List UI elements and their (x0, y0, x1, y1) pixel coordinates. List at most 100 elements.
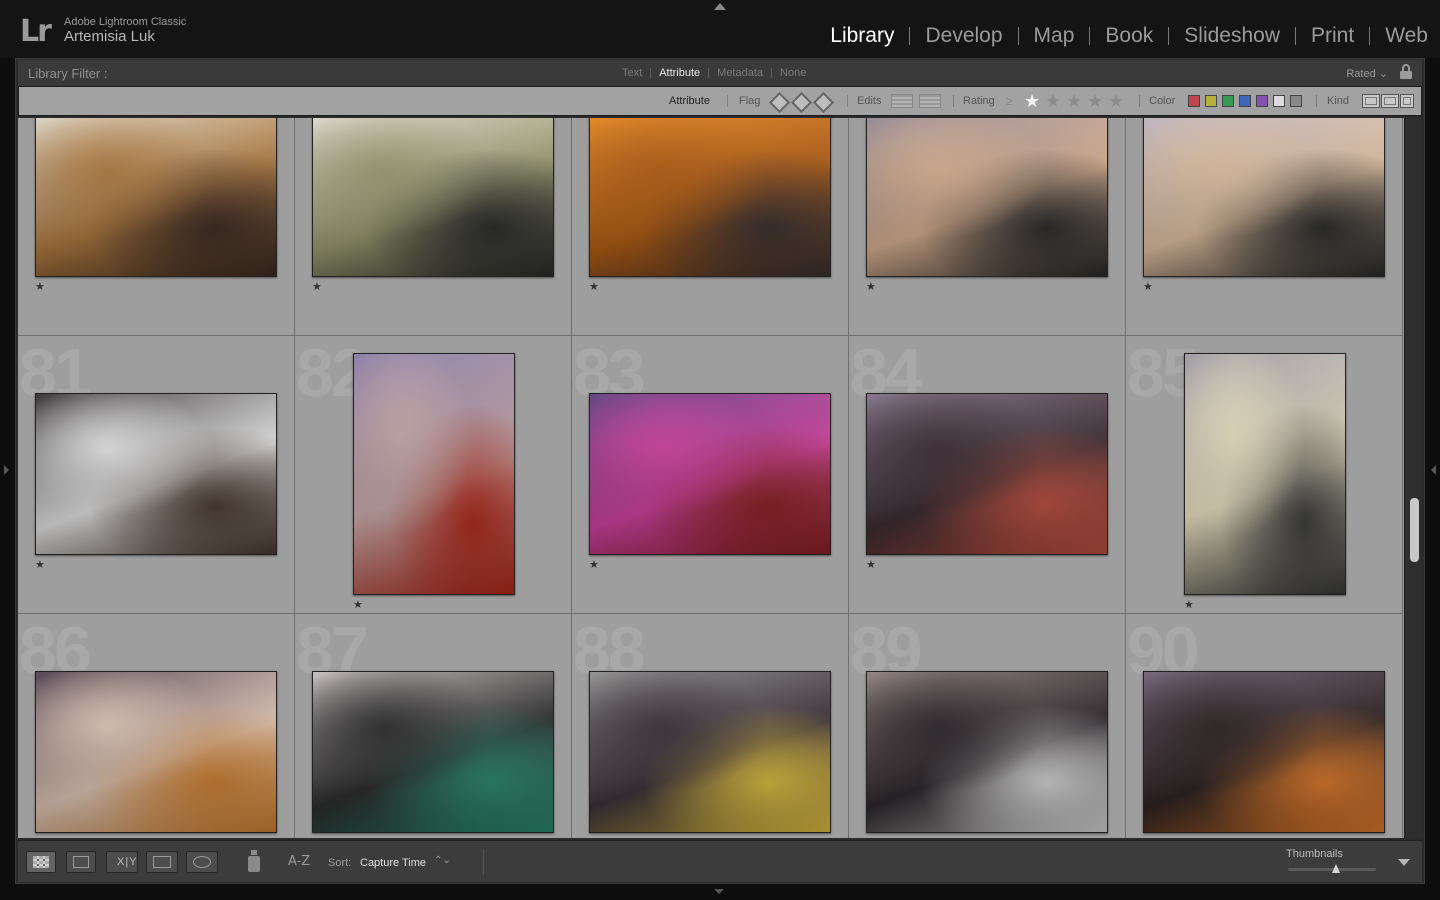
thumbnail-rating-star-icon[interactable]: ★ (353, 598, 363, 611)
grid-cell[interactable]: 85 ★ (1126, 336, 1403, 614)
thumbnail-rating-star-icon[interactable]: ★ (1143, 280, 1153, 293)
grid-cell[interactable]: ★ (1126, 118, 1403, 336)
thumbnail-rating-star-icon[interactable]: ★ (35, 280, 45, 293)
filter-tab-text[interactable]: Text (614, 67, 650, 79)
thumbnail-grid: ★ ★ ★ ★ ★ 81 ★ 82 ★ 83 ★ 84 ★ 85 ★ 86 87 88 89 90 (18, 118, 1404, 838)
color-label-swatch[interactable] (1188, 95, 1200, 107)
rating-star-icon[interactable]: ★ (1024, 92, 1040, 110)
module-develop[interactable]: Develop (925, 24, 1002, 48)
thumbnail-rating-star-icon[interactable]: ★ (866, 280, 876, 293)
people-view-icon (193, 856, 211, 868)
grid-cell[interactable]: ★ (295, 118, 572, 336)
kind-master-icon[interactable] (1362, 94, 1380, 108)
thumbnail-rating-star-icon[interactable]: ★ (1184, 598, 1194, 611)
flag-picked-icon[interactable] (769, 93, 787, 109)
module-library[interactable]: Library (830, 24, 894, 48)
sort-chevron-icon[interactable]: ⌃⌄ (434, 855, 451, 866)
photo-thumbnail[interactable] (866, 118, 1108, 277)
module-web[interactable]: Web (1385, 24, 1428, 48)
filter-tab-attribute[interactable]: Attribute (651, 67, 708, 79)
compare-view-button[interactable]: X|Y (106, 851, 138, 873)
color-label-swatch[interactable] (1222, 95, 1234, 107)
thumbnail-size-slider[interactable] (1288, 864, 1376, 873)
photo-thumbnail[interactable] (589, 671, 831, 833)
rating-star-icon[interactable]: ★ (1108, 92, 1124, 110)
photo-thumbnail[interactable] (353, 353, 515, 595)
photo-thumbnail[interactable] (866, 671, 1108, 833)
flag-unflagged-icon[interactable] (791, 93, 809, 109)
grid-cell[interactable]: 90 (1126, 614, 1403, 838)
divider (1316, 95, 1317, 107)
grid-cell[interactable]: 81 ★ (18, 336, 295, 614)
right-panel-toggle-icon[interactable] (1431, 465, 1436, 475)
grid-cell[interactable]: ★ (849, 118, 1126, 336)
scrollbar-thumb[interactable] (1410, 498, 1419, 562)
kind-virtual-copy-icon[interactable] (1381, 94, 1399, 108)
toolbar-content-menu-icon[interactable] (1398, 859, 1410, 866)
rating-operator[interactable]: ≥ (1006, 94, 1013, 108)
thumbnail-rating-star-icon[interactable]: ★ (589, 280, 599, 293)
color-label-swatch[interactable] (1205, 95, 1217, 107)
flag-label: Flag (739, 95, 761, 107)
edited-icon[interactable] (891, 94, 913, 108)
thumbnail-rating-star-icon[interactable]: ★ (866, 558, 876, 571)
survey-view-button[interactable] (146, 851, 178, 873)
rating-star-icon[interactable]: ★ (1045, 92, 1061, 110)
grid-cell[interactable]: 87 (295, 614, 572, 838)
kind-video-icon[interactable] (1400, 94, 1414, 108)
grid-cell[interactable]: 82 ★ (295, 336, 572, 614)
people-view-button[interactable] (186, 851, 218, 873)
sort-label: Sort: (328, 857, 352, 869)
module-slideshow[interactable]: Slideshow (1184, 24, 1280, 48)
color-label-swatch[interactable] (1239, 95, 1251, 107)
color-label-swatch[interactable] (1273, 95, 1285, 107)
filter-tabs: Text Attribute Metadata None (614, 67, 814, 79)
grid-view-button[interactable] (26, 851, 56, 873)
thumbnail-rating-star-icon[interactable]: ★ (589, 558, 599, 571)
thumbnail-rating-star-icon[interactable]: ★ (312, 280, 322, 293)
top-panel-toggle-icon[interactable] (714, 3, 726, 10)
photo-thumbnail[interactable] (35, 671, 277, 833)
module-picker: Library Develop Map Book Slideshow Print Web (830, 24, 1428, 48)
bottom-panel-toggle-icon[interactable] (714, 889, 724, 894)
photo-thumbnail[interactable] (35, 393, 277, 555)
module-map[interactable]: Map (1034, 24, 1075, 48)
photo-thumbnail[interactable] (1143, 118, 1385, 277)
rating-star-icon[interactable]: ★ (1066, 92, 1082, 110)
photo-thumbnail[interactable] (1184, 353, 1346, 595)
photo-thumbnail[interactable] (866, 393, 1108, 555)
photo-thumbnail[interactable] (312, 671, 554, 833)
loupe-view-button[interactable] (66, 851, 96, 873)
sort-direction-icon[interactable]: A-Z (288, 854, 310, 869)
left-panel-toggle-icon[interactable] (4, 465, 9, 475)
painter-spray-can-icon[interactable] (248, 850, 260, 872)
grid-cell[interactable]: 84 ★ (849, 336, 1126, 614)
grid-cell[interactable]: ★ (572, 118, 849, 336)
module-print[interactable]: Print (1311, 24, 1354, 48)
slider-knob[interactable] (1332, 864, 1341, 873)
photo-thumbnail[interactable] (35, 118, 277, 277)
filter-preset-dropdown[interactable]: Rated ⌄ (1346, 67, 1388, 80)
lock-icon[interactable] (1400, 64, 1412, 80)
grid-cell[interactable]: ★ (18, 118, 295, 336)
attribute-label: Attribute (669, 95, 710, 107)
rating-star-icon[interactable]: ★ (1087, 92, 1103, 110)
filter-tab-metadata[interactable]: Metadata (709, 67, 771, 79)
module-book[interactable]: Book (1105, 24, 1153, 48)
grid-cell[interactable]: 89 (849, 614, 1126, 838)
photo-thumbnail[interactable] (589, 118, 831, 277)
grid-cell[interactable]: 86 (18, 614, 295, 838)
grid-cell[interactable]: 88 (572, 614, 849, 838)
flag-rejected-icon[interactable] (813, 93, 831, 109)
color-label-swatch[interactable] (1290, 95, 1302, 107)
photo-thumbnail[interactable] (1143, 671, 1385, 833)
unedited-icon[interactable] (919, 94, 941, 108)
filter-tab-none[interactable]: None (772, 67, 814, 79)
photo-thumbnail[interactable] (312, 118, 554, 277)
color-label-swatch[interactable] (1256, 95, 1268, 107)
thumbnail-rating-star-icon[interactable]: ★ (35, 558, 45, 571)
grid-scrollbar[interactable] (1404, 118, 1422, 838)
grid-cell[interactable]: 83 ★ (572, 336, 849, 614)
sort-dropdown[interactable]: Capture Time (360, 857, 426, 869)
photo-thumbnail[interactable] (589, 393, 831, 555)
